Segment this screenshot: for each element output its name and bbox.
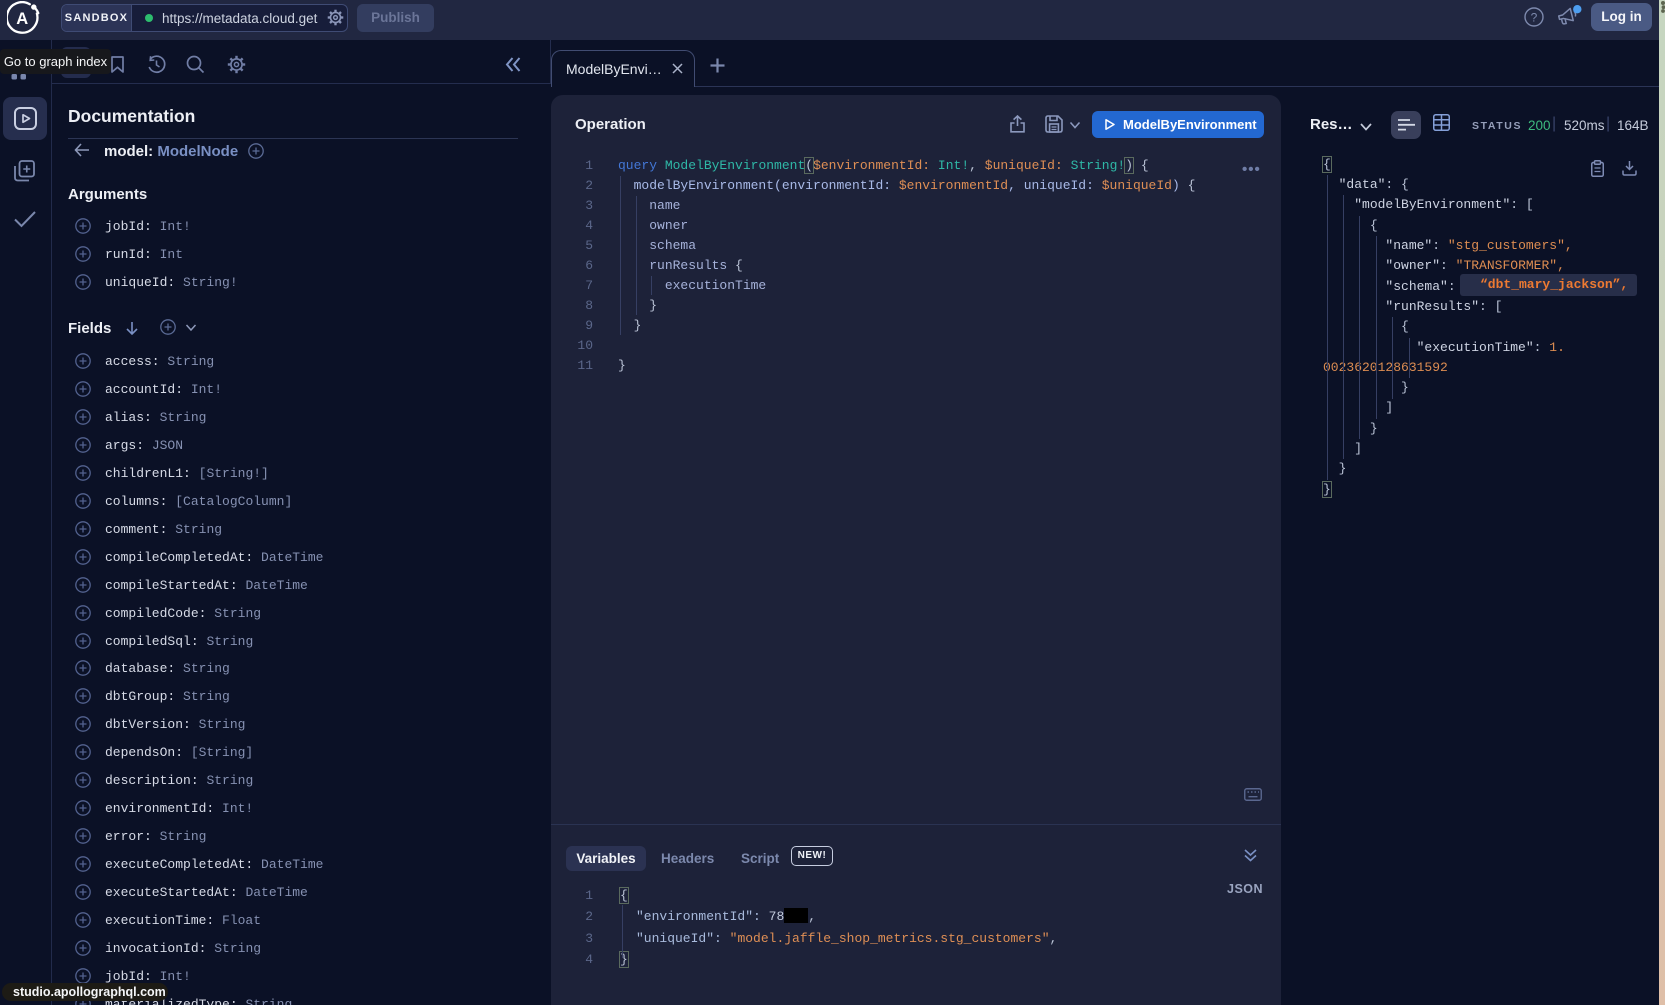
svg-text:A: A — [16, 10, 28, 28]
svg-text:?: ? — [1531, 11, 1538, 25]
